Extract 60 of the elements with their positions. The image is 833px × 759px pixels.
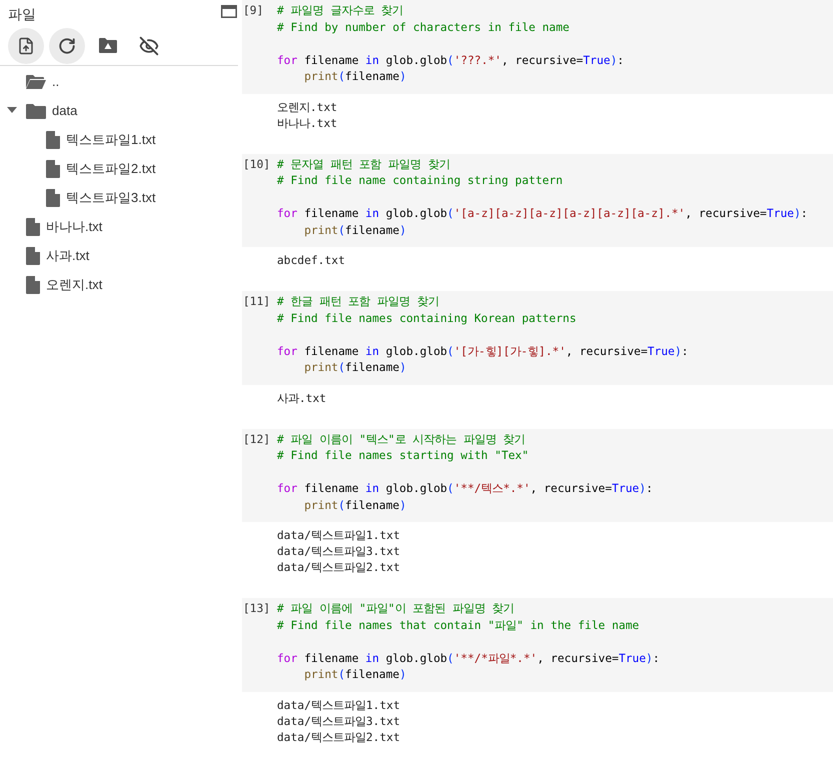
upload-icon <box>17 36 35 54</box>
file-name[interactable]: 바나나.txt <box>46 216 102 236</box>
output-line: 바나나.txt <box>277 116 338 132</box>
toolbar-button[interactable] <box>8 28 44 64</box>
cell-number: [13] <box>243 602 270 615</box>
code-comment: # 파일명 글자수로 찾기 <box>277 3 404 19</box>
code-comment: # 한글 패턴 포함 파일명 찾기 <box>277 294 440 310</box>
cell-number: [9] <box>243 4 264 17</box>
file-name[interactable]: 사과.txt <box>46 246 90 266</box>
open-folder-icon <box>26 74 46 90</box>
folder-icon <box>99 38 117 53</box>
panel-icon[interactable] <box>221 5 237 18</box>
file-icon <box>46 188 60 206</box>
code-line: print(filename) <box>303 498 408 514</box>
cell-number: [10] <box>243 158 270 170</box>
code-comment: # Find file names containing Korean patterns <box>277 310 578 326</box>
output-line: data/텍스트파일2.txt <box>277 730 402 746</box>
output-line: 사과.txt <box>277 390 328 406</box>
code-line: for filename in glob.glob('[a-z][a-z][a-z][a-z][a-z][a-z].*', recursive=True): <box>277 206 808 222</box>
folder-name[interactable]: data <box>52 100 78 120</box>
folder-name[interactable]: .. <box>52 72 60 92</box>
code-comment: # Find by number of characters in file name <box>277 20 570 36</box>
code-line: print(filename) <box>303 69 408 85</box>
output-line: abcdef.txt <box>277 253 346 269</box>
file-icon <box>46 130 60 148</box>
code-line: print(filename) <box>303 667 408 683</box>
code-comment: # 문자열 패턴 포함 파일명 찾기 <box>277 156 451 172</box>
code-line: print(filename) <box>303 222 408 238</box>
code-comment: # Find file names that contain "파일" in the file name <box>277 618 640 634</box>
code-line: print(filename) <box>303 360 408 376</box>
sidebar-title: 파일 <box>8 5 36 24</box>
file-name[interactable]: 텍스트파일2.txt <box>66 158 156 178</box>
output-line: 오렌지.txt <box>277 100 338 116</box>
folder-icon <box>26 102 46 118</box>
file-name[interactable]: 텍스트파일1.txt <box>66 130 156 150</box>
code-comment: # 파일 이름이 "텍스"로 시작하는 파일명 찾기 <box>277 432 526 448</box>
code-comment: # 파일 이름에 "파일"이 포함된 파일명 찾기 <box>277 601 516 617</box>
file-icon <box>26 218 40 236</box>
code-comment: # Find file names starting with "Tex" <box>277 448 530 464</box>
file-name[interactable]: 오렌지.txt <box>46 274 102 294</box>
output-line: data/텍스트파일3.txt <box>277 544 402 560</box>
refresh-icon <box>58 36 76 54</box>
file-name[interactable]: 텍스트파일3.txt <box>66 188 156 208</box>
code-line: for filename in glob.glob('[가-힣][가-힣].*', recursive=True): <box>277 344 688 360</box>
toolbar-button[interactable] <box>49 28 85 64</box>
code-comment: # Find file name containing string pattern <box>277 173 564 189</box>
caret-icon[interactable] <box>7 107 17 113</box>
output-line: data/텍스트파일2.txt <box>277 560 402 576</box>
code-line: for filename in glob.glob('**/*파일*.*', recursive=True): <box>277 650 660 666</box>
cell-number: [12] <box>243 432 270 446</box>
cell-number: [11] <box>243 295 270 308</box>
file-icon <box>46 160 60 178</box>
file-icon <box>26 246 40 264</box>
code-line: for filename in glob.glob('???.*', recursive=True): <box>277 52 624 68</box>
output-line: data/텍스트파일1.txt <box>277 698 402 714</box>
code-line: for filename in glob.glob('**/텍스*.*', recursive=True): <box>277 481 653 497</box>
output-line: data/텍스트파일3.txt <box>277 714 402 730</box>
output-line: data/텍스트파일1.txt <box>277 528 402 544</box>
file-icon <box>26 276 40 294</box>
eye-off-icon <box>139 36 159 56</box>
